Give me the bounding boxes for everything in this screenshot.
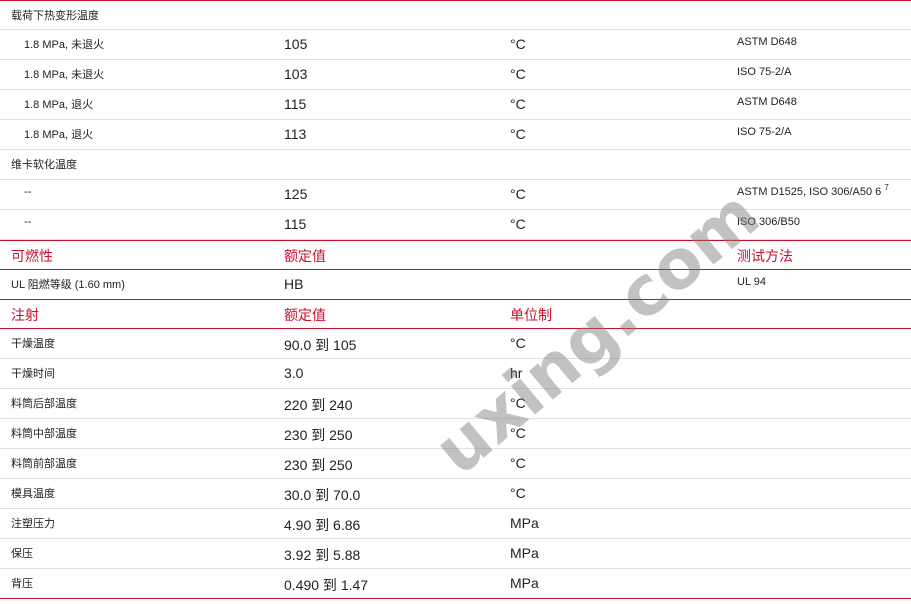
table-row: 料筒前部温度 230 到 250 °C [0, 449, 911, 479]
property-table: 载荷下热变形温度 1.8 MPa, 未退火 105 °C ASTM D648 1… [0, 0, 911, 599]
table-row: 模具温度 30.0 到 70.0 °C [0, 479, 911, 509]
table-row: 背压 0.490 到 1.47 MPa [0, 569, 911, 599]
table-row: -- 125 °C ASTM D1525, ISO 306/A50 6 7 [0, 180, 911, 210]
table-row: 干燥时间 3.0 hr [0, 359, 911, 389]
table-row: -- 115 °C ISO 306/B50 [0, 210, 911, 240]
table-row: 料筒中部温度 230 到 250 °C [0, 419, 911, 449]
value-cell: 0.490 到 1.47 [284, 577, 369, 593]
table-row: 保压 3.92 到 5.88 MPa [0, 539, 911, 569]
unit-cell: MPa [510, 575, 539, 591]
table-row: 1.8 MPa, 未退火 103 °C ISO 75-2/A [0, 60, 911, 90]
property-cell: 背压 [11, 578, 33, 590]
table-row: UL 阻燃等级 (1.60 mm) HB UL 94 [0, 270, 911, 299]
section-header-flammability: 可燃性 额定值 测试方法 [0, 240, 911, 270]
table-row: 干燥温度 90.0 到 105 °C [0, 329, 911, 359]
method-text: ASTM D1525, ISO 306/A50 6 [737, 186, 882, 198]
table-row: 1.8 MPa, 退火 115 °C ASTM D648 [0, 90, 911, 120]
section-title-row: 维卡软化温度 [0, 150, 911, 180]
table-row: 1.8 MPa, 退火 113 °C ISO 75-2/A [0, 120, 911, 150]
table-row: 1.8 MPa, 未退火 105 °C ASTM D648 [0, 30, 911, 60]
table-row: 注塑压力 4.90 到 6.86 MPa [0, 509, 911, 539]
table-row: 料筒后部温度 220 到 240 °C [0, 389, 911, 419]
footnote-marker: 7 [884, 183, 889, 192]
section-header-injection: 注射 额定值 单位制 [0, 299, 911, 329]
section-title-row: 载荷下热变形温度 [0, 0, 911, 30]
